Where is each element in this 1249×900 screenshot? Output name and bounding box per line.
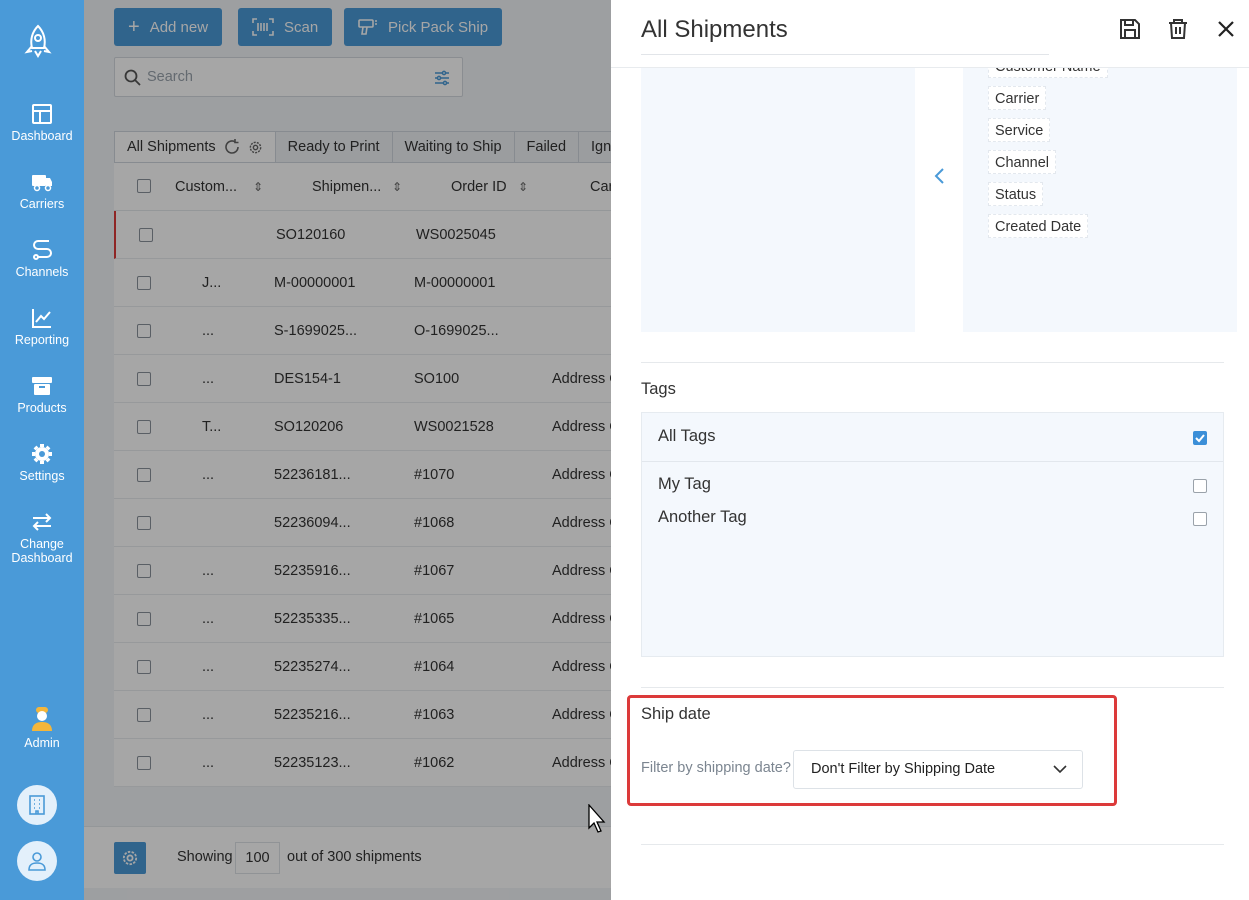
tag-label: Another Tag bbox=[658, 508, 747, 526]
admin-avatar-icon bbox=[32, 707, 52, 731]
nav-settings[interactable]: Settings bbox=[0, 443, 84, 483]
divider bbox=[641, 687, 1224, 688]
chart-icon bbox=[32, 309, 51, 328]
nav-settings-label: Settings bbox=[19, 469, 65, 483]
dashboard-icon bbox=[32, 104, 52, 124]
filter-by-shipping-date-label: Filter by shipping date? bbox=[641, 760, 791, 776]
user-profile-button[interactable] bbox=[17, 841, 57, 881]
panel-title[interactable]: All Shipments bbox=[641, 16, 1049, 55]
hidden-columns-list[interactable] bbox=[641, 68, 915, 332]
tag-option-another-tag[interactable]: Another Tag bbox=[658, 508, 1207, 528]
shipping-date-filter-select[interactable]: Don't Filter by Shipping Date bbox=[793, 750, 1083, 789]
nav-change-dashboard-label: Change Dashboard bbox=[11, 537, 73, 565]
nav-admin-label: Admin bbox=[24, 736, 60, 750]
nav-dashboard-label: Dashboard bbox=[11, 129, 73, 143]
swap-icon bbox=[32, 513, 52, 531]
tags-section-title: Tags bbox=[641, 380, 676, 398]
nav-reporting-label: Reporting bbox=[14, 333, 70, 347]
truck-icon bbox=[32, 175, 52, 192]
box-icon bbox=[32, 377, 52, 395]
nav-dashboard[interactable]: Dashboard bbox=[0, 103, 84, 143]
column-chip-created-date[interactable]: Created Date bbox=[988, 214, 1089, 238]
column-chip-customer-name[interactable]: Customer Name bbox=[988, 68, 1108, 78]
nav-products-label: Products bbox=[17, 401, 67, 415]
organization-button[interactable] bbox=[17, 785, 57, 825]
building-icon bbox=[29, 795, 45, 815]
nav-products[interactable]: Products bbox=[0, 375, 84, 415]
tag-option-my-tag[interactable]: My Tag bbox=[658, 475, 1207, 495]
nav-carriers-label: Carriers bbox=[19, 197, 65, 211]
tag-checkbox-checked[interactable] bbox=[1193, 431, 1207, 445]
app-logo-icon[interactable] bbox=[22, 24, 54, 58]
user-icon bbox=[28, 852, 46, 871]
mouse-cursor-icon bbox=[588, 804, 606, 833]
view-settings-panel: All Shipments Customer Name Carrier Serv… bbox=[611, 0, 1249, 900]
visible-columns-list[interactable]: Customer Name Carrier Service Channel St… bbox=[963, 68, 1237, 332]
nav-channels[interactable]: Channels bbox=[0, 239, 84, 279]
nav-carriers[interactable]: Carriers bbox=[0, 171, 84, 211]
column-chip-carrier[interactable]: Carrier bbox=[988, 86, 1047, 110]
checkmark-icon bbox=[1195, 434, 1205, 443]
column-chip-status[interactable]: Status bbox=[988, 182, 1044, 206]
modal-backdrop[interactable] bbox=[84, 0, 611, 900]
chevron-down-icon bbox=[1053, 765, 1067, 774]
tags-list: All Tags My Tag Another Tag bbox=[641, 412, 1224, 657]
tag-checkbox[interactable] bbox=[1193, 479, 1207, 493]
route-icon bbox=[33, 240, 52, 260]
nav-channels-label: Channels bbox=[15, 265, 69, 279]
trash-icon[interactable] bbox=[1166, 17, 1190, 41]
tag-checkbox[interactable] bbox=[1193, 512, 1207, 526]
divider bbox=[642, 461, 1223, 462]
tag-label: All Tags bbox=[658, 427, 716, 445]
ship-date-section-title: Ship date bbox=[641, 705, 711, 723]
nav-reporting[interactable]: Reporting bbox=[0, 307, 84, 347]
column-chip-channel[interactable]: Channel bbox=[988, 150, 1057, 174]
nav-admin[interactable]: Admin bbox=[0, 706, 84, 750]
left-nav: Dashboard Carriers Channels Reporting Pr… bbox=[0, 0, 84, 900]
close-icon[interactable] bbox=[1214, 17, 1238, 41]
save-icon[interactable] bbox=[1118, 17, 1142, 41]
column-chip-service[interactable]: Service bbox=[988, 118, 1051, 142]
divider bbox=[641, 844, 1224, 845]
chevron-left-icon[interactable] bbox=[932, 166, 946, 186]
shipping-date-filter-value: Don't Filter by Shipping Date bbox=[811, 761, 996, 777]
tag-option-all[interactable]: All Tags bbox=[658, 427, 1207, 447]
tag-label: My Tag bbox=[658, 475, 711, 493]
divider bbox=[641, 362, 1224, 363]
nav-change-dashboard[interactable]: Change Dashboard bbox=[0, 511, 84, 565]
gear-icon bbox=[32, 444, 52, 464]
